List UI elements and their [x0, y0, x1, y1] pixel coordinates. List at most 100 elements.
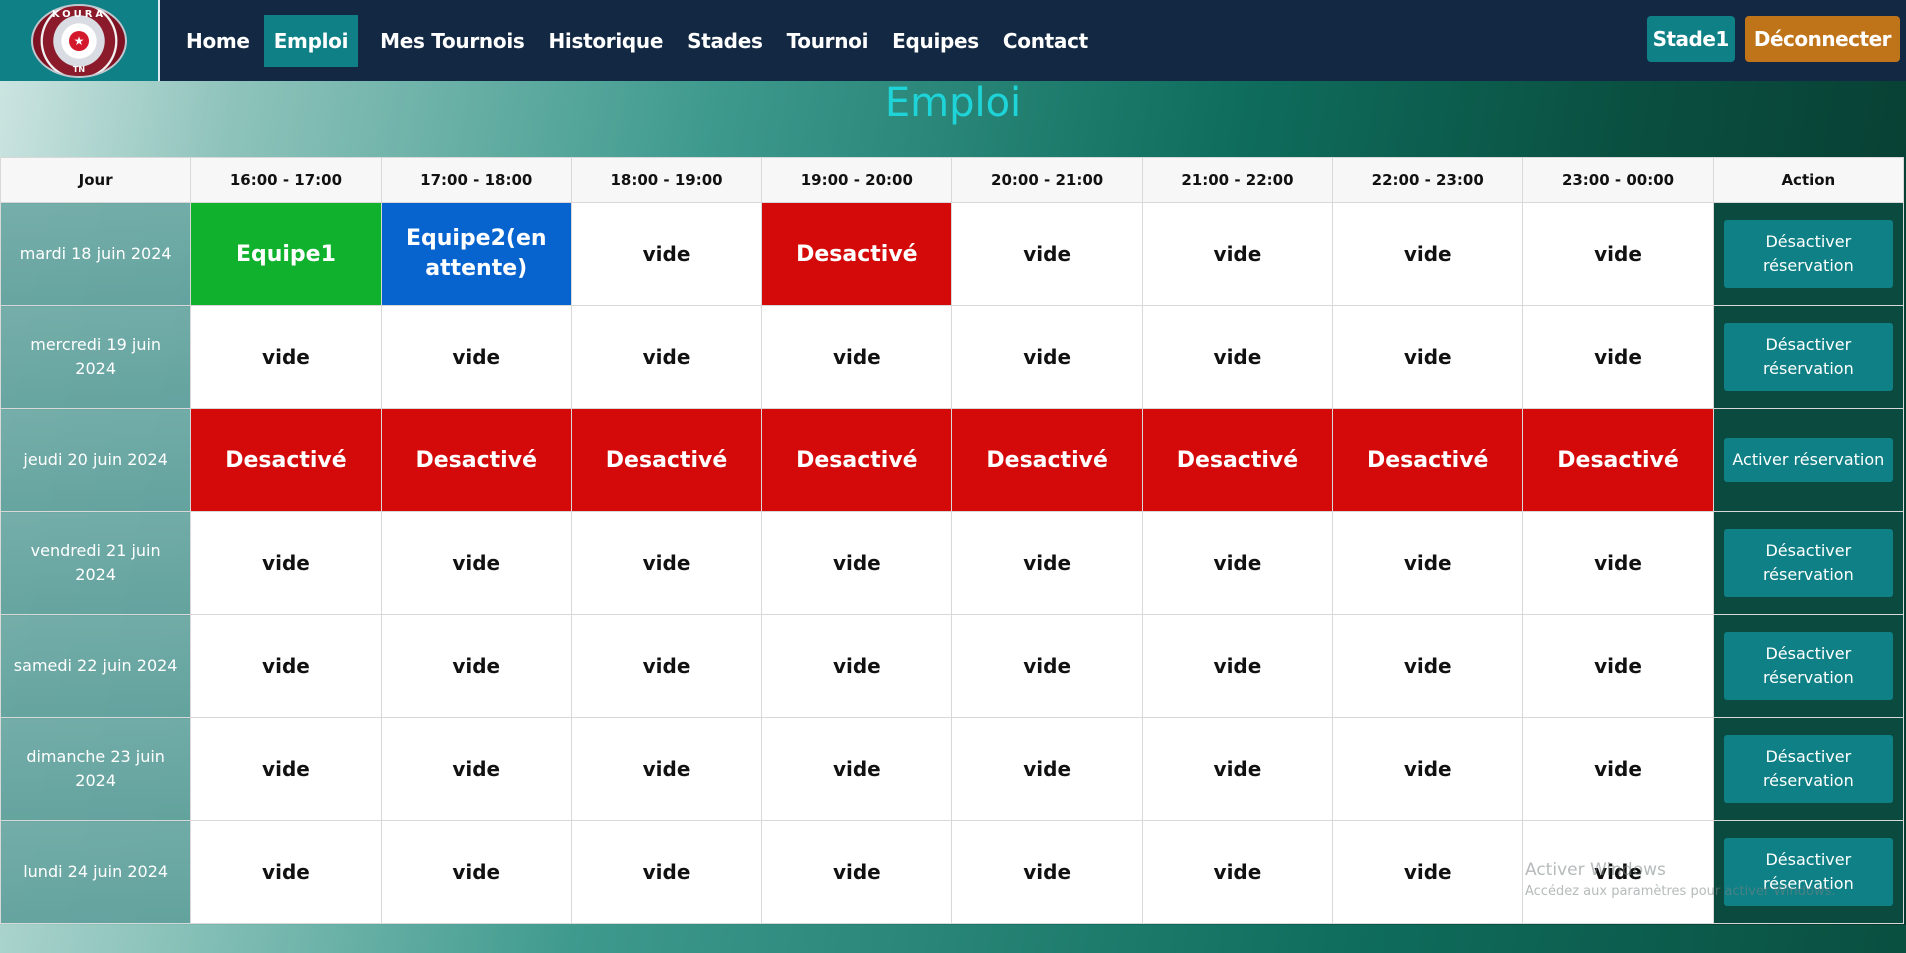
slot-cell[interactable]: vide: [761, 305, 953, 409]
header-slot: 19:00 - 20:00: [761, 157, 953, 203]
logo-top-text: KOURA: [51, 8, 107, 20]
deactivate-reservation-button[interactable]: Désactiver réservation: [1723, 735, 1893, 803]
header-slot: 22:00 - 23:00: [1332, 157, 1524, 203]
page-title: Emploi: [884, 80, 1022, 126]
slot-cell-disabled[interactable]: Desactivé: [761, 202, 953, 306]
header-slot: 20:00 - 21:00: [951, 157, 1143, 203]
logout-button[interactable]: Déconnecter: [1744, 16, 1900, 62]
table-header-row: Jour 16:00 - 17:00 17:00 - 18:00 18:00 -…: [0, 157, 1905, 203]
nav-home[interactable]: Home: [176, 15, 260, 67]
header-action: Action: [1712, 157, 1905, 203]
slot-cell-disabled[interactable]: Desactivé: [1522, 408, 1714, 512]
nav-stades[interactable]: Stades: [677, 15, 772, 67]
day-cell: mardi 18 juin 2024: [0, 202, 192, 306]
slot-cell[interactable]: vide: [380, 305, 572, 409]
slot-cell[interactable]: vide: [1522, 614, 1714, 718]
slot-cell[interactable]: vide: [380, 820, 572, 924]
slot-cell[interactable]: vide: [761, 614, 953, 718]
deactivate-reservation-button[interactable]: Désactiver réservation: [1723, 632, 1893, 700]
slot-cell[interactable]: vide: [1141, 717, 1334, 821]
slot-cell[interactable]: vide: [570, 202, 763, 306]
deactivate-reservation-button[interactable]: Désactiver réservation: [1723, 220, 1893, 288]
slot-cell-disabled[interactable]: Desactivé: [380, 408, 572, 512]
nav-historique[interactable]: Historique: [538, 15, 673, 67]
slot-cell[interactable]: vide: [1332, 511, 1524, 615]
slot-cell[interactable]: vide: [380, 614, 572, 718]
slot-cell[interactable]: vide: [1522, 511, 1714, 615]
slot-cell[interactable]: vide: [1332, 614, 1524, 718]
slot-cell[interactable]: vide: [761, 717, 953, 821]
slot-cell[interactable]: vide: [1141, 511, 1334, 615]
nav-contact[interactable]: Contact: [993, 15, 1098, 67]
slot-cell-pending[interactable]: Equipe2(en attente): [380, 202, 572, 306]
table-row: samedi 22 juin 2024 vide vide vide vide …: [0, 614, 1905, 718]
slot-cell[interactable]: vide: [190, 717, 382, 821]
header-slot: 16:00 - 17:00: [190, 157, 382, 203]
slot-cell[interactable]: vide: [570, 511, 763, 615]
nav-tournoi[interactable]: Tournoi: [777, 15, 879, 67]
slot-cell[interactable]: vide: [951, 511, 1143, 615]
nav-equipes[interactable]: Equipes: [882, 15, 989, 67]
schedule-table: Jour 16:00 - 17:00 17:00 - 18:00 18:00 -…: [0, 157, 1905, 924]
watermark-subtitle: Accédez aux paramètres pour activer Wind…: [1525, 884, 1836, 899]
slot-cell[interactable]: vide: [380, 511, 572, 615]
slot-cell[interactable]: vide: [1141, 820, 1334, 924]
slot-cell-disabled[interactable]: Desactivé: [570, 408, 763, 512]
slot-cell[interactable]: vide: [1141, 202, 1334, 306]
slot-cell[interactable]: vide: [570, 717, 763, 821]
slot-cell[interactable]: vide: [1332, 820, 1524, 924]
slot-cell[interactable]: vide: [761, 820, 953, 924]
day-cell: dimanche 23 juin 2024: [0, 717, 192, 821]
slot-cell-booked[interactable]: Equipe1: [190, 202, 382, 306]
slot-cell[interactable]: vide: [1522, 202, 1714, 306]
header-slot: 23:00 - 00:00: [1522, 157, 1714, 203]
slot-cell[interactable]: vide: [951, 202, 1143, 306]
nav-emploi[interactable]: Emploi: [263, 14, 359, 67]
stade-button[interactable]: Stade1: [1646, 16, 1735, 62]
slot-cell[interactable]: vide: [190, 511, 382, 615]
slot-cell-disabled[interactable]: Desactivé: [951, 408, 1143, 512]
slot-cell[interactable]: vide: [570, 820, 763, 924]
slot-cell[interactable]: vide: [1522, 305, 1714, 409]
slot-cell[interactable]: vide: [1141, 614, 1334, 718]
logo-star-icon: ★: [69, 30, 89, 51]
slot-cell[interactable]: vide: [951, 717, 1143, 821]
slot-cell[interactable]: vide: [380, 717, 572, 821]
action-cell: Activer réservation: [1712, 408, 1905, 512]
day-cell: samedi 22 juin 2024: [0, 614, 192, 718]
slot-cell-disabled[interactable]: Desactivé: [761, 408, 953, 512]
slot-cell-disabled[interactable]: Desactivé: [190, 408, 382, 512]
logo-container[interactable]: KOURA ★ TN: [0, 0, 160, 81]
slot-cell[interactable]: vide: [1332, 202, 1524, 306]
deactivate-reservation-button[interactable]: Désactiver réservation: [1723, 323, 1893, 391]
watermark-title: Activer Windows: [1525, 860, 1666, 880]
slot-cell[interactable]: vide: [190, 305, 382, 409]
action-cell: Désactiver réservation: [1712, 614, 1905, 718]
slot-cell[interactable]: vide: [570, 305, 763, 409]
nav-right: Stade1 Déconnecter: [1646, 16, 1900, 62]
slot-cell[interactable]: vide: [1522, 717, 1714, 821]
nav-mes-tournois[interactable]: Mes Tournois: [370, 15, 534, 67]
deactivate-reservation-button[interactable]: Désactiver réservation: [1723, 529, 1893, 597]
header-slot: 21:00 - 22:00: [1141, 157, 1334, 203]
slot-cell[interactable]: vide: [761, 511, 953, 615]
slot-cell[interactable]: vide: [190, 820, 382, 924]
navbar: KOURA ★ TN Home Emploi Mes Tournois Hist…: [0, 0, 1906, 81]
slot-cell[interactable]: vide: [951, 614, 1143, 718]
slot-cell-disabled[interactable]: Desactivé: [1332, 408, 1524, 512]
activate-reservation-button[interactable]: Activer réservation: [1723, 438, 1893, 482]
slot-cell-disabled[interactable]: Desactivé: [1141, 408, 1334, 512]
slot-cell[interactable]: vide: [1332, 717, 1524, 821]
slot-cell[interactable]: vide: [1141, 305, 1334, 409]
slot-cell[interactable]: vide: [190, 614, 382, 718]
bottom-band: [0, 925, 1906, 953]
nav-menu: Home Emploi Mes Tournois Historique Stad…: [176, 14, 1098, 67]
table-row: mardi 18 juin 2024 Equipe1 Equipe2(en at…: [0, 202, 1905, 306]
slot-cell[interactable]: vide: [951, 820, 1143, 924]
koura-logo: KOURA ★ TN: [31, 3, 127, 78]
slot-cell[interactable]: vide: [1332, 305, 1524, 409]
slot-cell[interactable]: vide: [570, 614, 763, 718]
action-cell: Désactiver réservation: [1712, 202, 1905, 306]
slot-cell[interactable]: vide: [951, 305, 1143, 409]
action-cell: Désactiver réservation: [1712, 305, 1905, 409]
